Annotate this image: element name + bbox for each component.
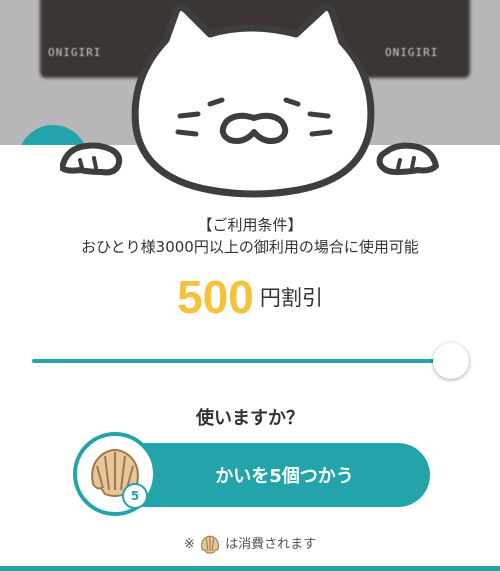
use-shells-label: かいを5個つかう [215, 466, 354, 487]
left-paw-icon [60, 142, 123, 176]
slider-thumb[interactable] [433, 343, 469, 379]
right-paw-icon [376, 142, 439, 175]
discount-amount: 500 [177, 271, 254, 323]
bottom-accent-bar [0, 566, 500, 571]
note-prefix: ※ [183, 537, 195, 552]
discount-display: 500 円割引 [0, 270, 500, 324]
shell-mini-icon [201, 535, 219, 554]
condition-title: 【ご利用条件】 [197, 216, 303, 234]
discount-unit: 円割引 [259, 286, 323, 310]
slider-track[interactable] [32, 359, 452, 363]
shell-count-badge: 5 [122, 483, 148, 509]
use-question: 使いますか？ [196, 408, 304, 429]
cat-mascot-icon [60, 3, 439, 198]
use-shells-button[interactable]: かいを5個つかう [115, 443, 430, 507]
condition-text: おひとり様3000円以上の御利用の場合に使用可能 [81, 238, 419, 256]
note-text: は消費されます [225, 537, 317, 552]
consumption-note: ※ は消費されます [0, 533, 500, 556]
